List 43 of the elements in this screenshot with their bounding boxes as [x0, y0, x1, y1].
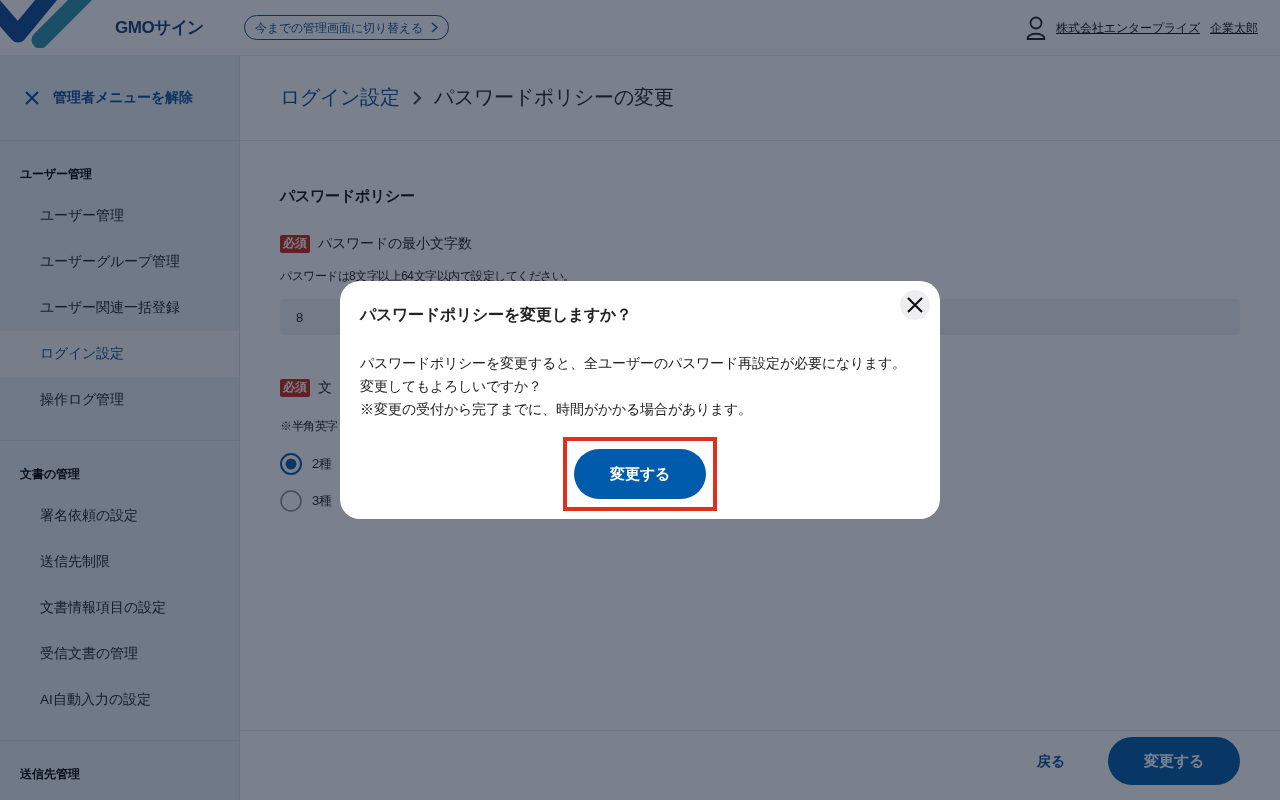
sidebar-item[interactable]: ユーザーグループ管理	[0, 239, 239, 285]
dialog-text: ※変更の受付から完了までに、時間がかかる場合があります。	[360, 401, 752, 419]
sidebar-section-title: 文書の管理	[19, 466, 80, 482]
chevron-right-icon	[412, 90, 422, 106]
required-badge: 必須	[280, 379, 310, 397]
sidebar-item[interactable]: 送信先制限	[0, 539, 239, 585]
sidebar-item[interactable]: ユーザー関連一括登録	[0, 285, 239, 331]
user-icon	[1026, 15, 1046, 40]
section-title: パスワードポリシー	[280, 186, 415, 206]
user-name-link[interactable]: 企業太郎	[1210, 18, 1258, 37]
sidebar-item[interactable]: 文書情報項目の設定	[0, 585, 239, 631]
sidebar-section-title: ユーザー管理	[19, 166, 92, 182]
dialog-text: 変更してもよろしいですか？	[360, 378, 542, 396]
sidebar-item[interactable]: 署名依頼の設定	[0, 493, 239, 539]
page-title: パスワードポリシーの変更	[434, 85, 674, 111]
company-link[interactable]: 株式会社エンタープライズ	[1056, 18, 1200, 37]
required-badge: 必須	[280, 235, 310, 253]
sidebar-item[interactable]: ログイン設定	[0, 331, 239, 377]
sidebar-item[interactable]: 受信文書の管理	[0, 631, 239, 677]
logo-text: GMOサイン	[115, 16, 204, 39]
radio-label: 3種	[312, 492, 333, 511]
dialog-text: パスワードポリシーを変更すると、全ユーザーのパスワード再設定が必要になります。	[360, 355, 906, 373]
close-admin-menu-button[interactable]: 管理者メニューを解除	[25, 87, 193, 109]
switch-view-button[interactable]: 今までの管理画面に切り替える	[243, 15, 449, 40]
back-link[interactable]: 戻る	[1037, 737, 1065, 785]
radio-label: 2種	[312, 455, 333, 474]
close-icon	[25, 91, 39, 105]
sidebar-item[interactable]: AI自動入力の設定	[0, 677, 239, 723]
field-hint: ※半角英字	[280, 419, 338, 433]
sidebar-section-title: 送信先管理	[19, 766, 80, 782]
confirm-button[interactable]: 変更する	[574, 449, 706, 499]
field-label: 文	[318, 378, 332, 397]
dialog-title: パスワードポリシーを変更しますか？	[360, 305, 632, 325]
field-label: パスワードの最小文字数	[318, 234, 472, 253]
breadcrumb-link[interactable]: ログイン設定	[280, 83, 400, 113]
sidebar-item[interactable]: ユーザー管理	[0, 193, 239, 239]
close-icon	[906, 296, 924, 314]
submit-button[interactable]: 変更する	[1108, 737, 1240, 785]
close-button[interactable]	[900, 290, 930, 320]
sidebar-item[interactable]: 操作ログ管理	[0, 377, 239, 423]
radio-icon[interactable]	[280, 490, 302, 512]
radio-selected-icon[interactable]	[280, 453, 302, 475]
chevron-right-icon	[430, 22, 438, 33]
